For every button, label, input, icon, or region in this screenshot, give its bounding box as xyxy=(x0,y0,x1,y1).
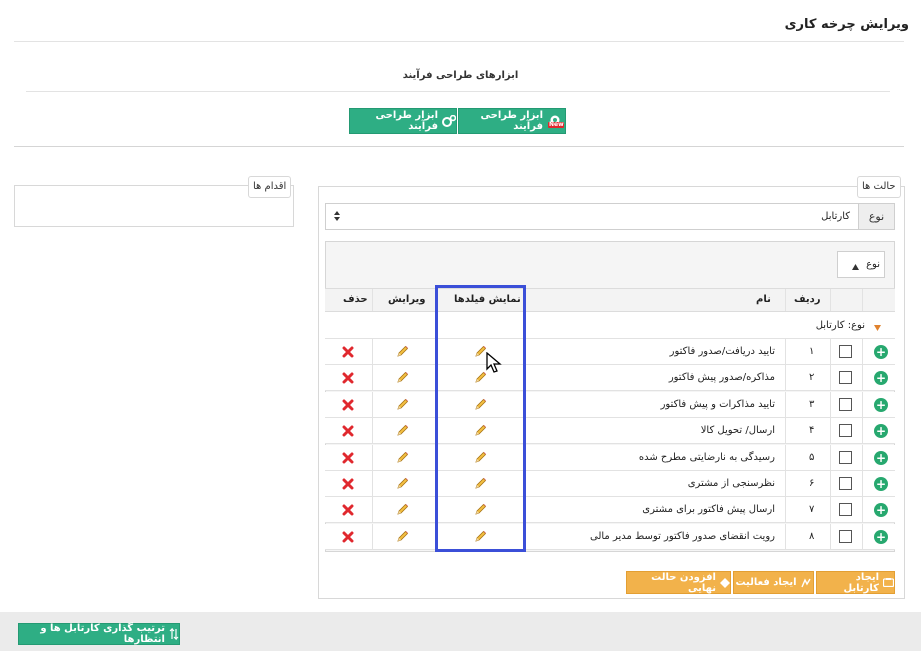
sort-cartables-label: ترتیب گذاری کارتابل ها و انتظارها xyxy=(40,623,165,645)
cartable-icon xyxy=(883,578,894,587)
page-title: ویرایش چرخه کاری xyxy=(784,17,909,32)
row-name: رسیدگی به نارضایتی مطرح شده xyxy=(638,452,775,463)
create-cartable-label: ایجاد کارتابل xyxy=(843,571,879,594)
table-row: رویت انقضای صدور فاکتور توسط مدیر مالی ۸ + xyxy=(325,524,895,550)
table-row: رسیدگی به نارضایتی مطرح شده ۵ + xyxy=(325,445,895,471)
activity-icon xyxy=(800,577,812,588)
edit-pencil-icon[interactable] xyxy=(396,477,409,490)
divider xyxy=(14,146,904,147)
add-plus-icon[interactable]: + xyxy=(874,530,888,544)
col-header-row-no: ردیف xyxy=(794,294,821,305)
edit-pencil-icon[interactable] xyxy=(396,345,409,358)
delete-icon[interactable] xyxy=(342,504,354,516)
show-fields-highlight xyxy=(435,285,526,552)
add-plus-icon[interactable]: + xyxy=(874,503,888,517)
col-header-edit: ویرایش xyxy=(388,294,426,305)
group-header-label: نوع: کارتابل xyxy=(815,320,865,331)
new-badge: New xyxy=(549,121,564,128)
delete-icon[interactable] xyxy=(342,452,354,464)
row-checkbox[interactable] xyxy=(839,451,852,464)
group-by-chip[interactable]: نوع xyxy=(837,251,885,278)
row-number: ۶ xyxy=(809,478,815,489)
type-select-value: کارتابل xyxy=(821,211,850,222)
table-row: ارسال پیش فاکتور برای مشتری ۷ + xyxy=(325,497,895,523)
delete-icon[interactable] xyxy=(342,531,354,543)
edit-pencil-icon[interactable] xyxy=(396,398,409,411)
add-final-state-button[interactable]: افزودن حالت نهایی xyxy=(626,571,731,594)
process-design-tool-new-label: ابزار طراحی فرآیند xyxy=(480,110,543,132)
edit-pencil-icon[interactable] xyxy=(396,451,409,464)
gear-new-icon: New xyxy=(547,114,565,128)
row-name: نظرسنجی از مشتری xyxy=(687,478,775,489)
row-checkbox[interactable] xyxy=(839,530,852,543)
sort-up-icon xyxy=(852,260,859,270)
row-checkbox[interactable] xyxy=(839,503,852,516)
add-plus-icon[interactable]: + xyxy=(874,477,888,491)
select-arrows-icon xyxy=(333,209,341,223)
add-plus-icon[interactable]: + xyxy=(874,424,888,438)
row-checkbox[interactable] xyxy=(839,477,852,490)
add-plus-icon[interactable]: + xyxy=(874,345,888,359)
row-name: تایید دریافت/صدور فاکتور xyxy=(669,346,775,357)
row-number: ۳ xyxy=(809,399,815,410)
mouse-cursor-icon xyxy=(486,351,502,374)
table-row: تایید دریافت/صدور فاکتور ۱ + xyxy=(325,339,895,365)
add-plus-icon[interactable]: + xyxy=(874,398,888,412)
create-activity-label: ایجاد فعالیت xyxy=(735,577,797,588)
row-name: ارسال/ تحویل کالا xyxy=(700,425,775,436)
delete-icon[interactable] xyxy=(342,346,354,358)
row-number: ۸ xyxy=(809,531,815,542)
row-number: ۵ xyxy=(809,452,815,463)
divider xyxy=(14,41,904,42)
process-design-tool-button[interactable]: ابزار طراحی فرآیند xyxy=(349,108,457,134)
table-row: مذاکره/صدور پیش فاکتور ۲ + xyxy=(325,365,895,391)
row-name: رویت انقضای صدور فاکتور توسط مدیر مالی xyxy=(589,531,775,542)
delete-icon[interactable] xyxy=(342,478,354,490)
collapse-triangle-icon[interactable] xyxy=(874,321,882,331)
add-plus-icon[interactable]: + xyxy=(874,371,888,385)
create-activity-button[interactable]: ایجاد فعالیت xyxy=(733,571,814,594)
row-name: مذاکره/صدور پیش فاکتور xyxy=(668,372,775,383)
process-design-tool-new-button[interactable]: New ابزار طراحی فرآیند xyxy=(458,108,566,134)
table-row: نظرسنجی از مشتری ۶ + xyxy=(325,471,895,497)
col-header-delete: حذف xyxy=(343,294,368,305)
create-cartable-button[interactable]: ایجاد کارتابل xyxy=(816,571,895,594)
gears-icon xyxy=(442,115,456,127)
final-state-icon xyxy=(720,577,730,588)
row-number: ۲ xyxy=(809,372,815,383)
main-page: ویرایش چرخه کاری ابزارهای طراحی فرآیند N… xyxy=(0,0,921,612)
delete-icon[interactable] xyxy=(342,399,354,411)
delete-icon[interactable] xyxy=(342,425,354,437)
add-final-state-label: افزودن حالت نهایی xyxy=(651,571,716,594)
actions-panel-legend: اقدام ها xyxy=(248,176,292,198)
states-panel-legend: حالت ها xyxy=(857,176,901,198)
process-design-tool-label: ابزار طراحی فرآیند xyxy=(375,110,438,132)
col-header-name: نام xyxy=(756,294,771,305)
add-plus-icon[interactable]: + xyxy=(874,451,888,465)
row-number: ۴ xyxy=(809,425,815,436)
row-number: ۱ xyxy=(809,346,815,357)
divider xyxy=(26,91,890,92)
table-row: ارسال/ تحویل کالا ۴ + xyxy=(325,418,895,444)
edit-pencil-icon[interactable] xyxy=(396,424,409,437)
row-name: تایید مذاکرات و پیش فاکتور xyxy=(660,399,775,410)
row-name: ارسال پیش فاکتور برای مشتری xyxy=(642,504,775,515)
table-row: تایید مذاکرات و پیش فاکتور ۳ + xyxy=(325,392,895,418)
tools-section-title: ابزارهای طراحی فرآیند xyxy=(402,70,519,81)
edit-pencil-icon[interactable] xyxy=(396,530,409,543)
row-number: ۷ xyxy=(809,504,815,515)
row-checkbox[interactable] xyxy=(839,345,852,358)
delete-icon[interactable] xyxy=(342,372,354,384)
row-checkbox[interactable] xyxy=(839,398,852,411)
group-by-chip-label: نوع xyxy=(866,259,880,270)
row-checkbox[interactable] xyxy=(839,424,852,437)
edit-pencil-icon[interactable] xyxy=(396,503,409,516)
sort-cartables-button[interactable]: ترتیب گذاری کارتابل ها و انتظارها xyxy=(18,623,180,645)
type-select-label: نوع xyxy=(858,203,895,230)
edit-pencil-icon[interactable] xyxy=(396,371,409,384)
sort-arrows-icon xyxy=(169,628,179,640)
row-checkbox[interactable] xyxy=(839,371,852,384)
